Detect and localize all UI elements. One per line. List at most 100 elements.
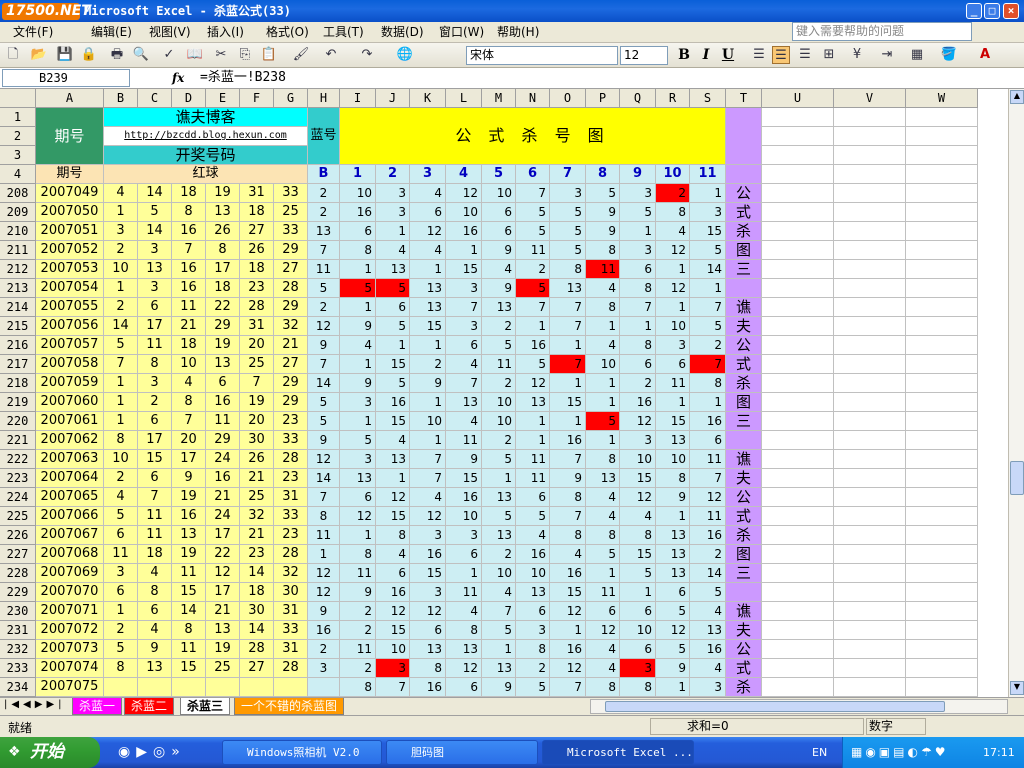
formula-cell[interactable]: 12 xyxy=(620,488,656,507)
formula-cell[interactable]: 3 xyxy=(550,184,586,203)
formula-cell[interactable]: 4 xyxy=(586,659,620,678)
formula-cell[interactable]: 8 xyxy=(446,621,482,640)
formula-cell[interactable]: 6 xyxy=(620,355,656,374)
formula-cell[interactable]: 9 xyxy=(482,279,516,298)
formula-cell[interactable]: 5 xyxy=(586,412,620,431)
red-ball-cell[interactable]: 6 xyxy=(138,412,172,431)
blue-ball-cell[interactable]: 11 xyxy=(308,260,340,279)
formula-cell[interactable]: 1 xyxy=(410,431,446,450)
formula-cell[interactable]: 8 xyxy=(586,678,620,697)
red-ball-cell[interactable]: 14 xyxy=(104,317,138,336)
empty-cell[interactable] xyxy=(762,241,834,260)
formula-cell[interactable]: 13 xyxy=(482,659,516,678)
empty-cell[interactable] xyxy=(834,298,906,317)
red-ball-cell[interactable]: 6 xyxy=(104,526,138,545)
row-header[interactable]: 223 xyxy=(0,469,36,488)
formula-cell[interactable]: 3 xyxy=(620,431,656,450)
blue-ball-cell[interactable]: 9 xyxy=(308,602,340,621)
red-ball-cell[interactable]: 6 xyxy=(138,298,172,317)
red-ball-cell[interactable]: 21 xyxy=(206,488,240,507)
formula-cell[interactable]: 9 xyxy=(446,450,482,469)
red-ball-cell[interactable]: 26 xyxy=(240,450,274,469)
red-ball-cell[interactable]: 31 xyxy=(240,317,274,336)
red-ball-cell[interactable]: 6 xyxy=(104,583,138,602)
formula-cell[interactable]: 12 xyxy=(446,184,482,203)
formula-cell[interactable]: 9 xyxy=(656,488,690,507)
red-ball-cell[interactable]: 2 xyxy=(104,241,138,260)
empty-cell[interactable] xyxy=(834,602,906,621)
row-header[interactable]: 217 xyxy=(0,355,36,374)
formula-cell[interactable]: 5 xyxy=(376,317,410,336)
column-header[interactable]: G xyxy=(274,89,308,108)
empty-cell[interactable] xyxy=(906,222,978,241)
formula-cell[interactable]: 10 xyxy=(482,412,516,431)
red-ball-cell[interactable]: 23 xyxy=(274,412,308,431)
row-header[interactable]: 224 xyxy=(0,488,36,507)
indent-icon[interactable]: ⇥ xyxy=(878,46,896,64)
formula-cell[interactable]: 10 xyxy=(656,450,690,469)
red-ball-cell[interactable]: 17 xyxy=(206,526,240,545)
red-ball-cell[interactable]: 27 xyxy=(240,222,274,241)
formula-cell[interactable]: 1 xyxy=(410,336,446,355)
red-ball-cell[interactable]: 11 xyxy=(138,336,172,355)
empty-cell[interactable] xyxy=(906,317,978,336)
column-header[interactable]: V xyxy=(834,89,906,108)
empty-cell[interactable] xyxy=(834,640,906,659)
formula-cell[interactable]: 8 xyxy=(516,640,550,659)
formula-cell[interactable]: 6 xyxy=(620,602,656,621)
red-ball-cell[interactable]: 21 xyxy=(274,336,308,355)
red-ball-cell[interactable]: 4 xyxy=(138,564,172,583)
formula-cell[interactable]: 13 xyxy=(410,640,446,659)
underline-button[interactable]: U xyxy=(718,46,738,65)
column-header[interactable]: W xyxy=(906,89,978,108)
red-ball-cell[interactable]: 2 xyxy=(104,469,138,488)
formula-cell[interactable]: 16 xyxy=(550,640,586,659)
formula-cell[interactable]: 5 xyxy=(482,621,516,640)
row-header[interactable]: 229 xyxy=(0,583,36,602)
formula-cell[interactable]: 3 xyxy=(516,621,550,640)
formula-cell[interactable]: 1 xyxy=(516,412,550,431)
sheet-tab-2[interactable]: 杀蓝二 xyxy=(124,698,175,715)
red-ball-cell[interactable]: 10 xyxy=(104,450,138,469)
qihao-cell[interactable]: 2007062 xyxy=(36,431,104,450)
formula-cell[interactable]: 6 xyxy=(410,203,446,222)
close-button[interactable]: × xyxy=(1003,3,1019,19)
blue-ball-cell[interactable]: 11 xyxy=(308,526,340,545)
column-header[interactable]: P xyxy=(586,89,620,108)
formula-cell[interactable]: 1 xyxy=(586,317,620,336)
red-ball-cell[interactable]: 28 xyxy=(240,298,274,317)
formula-cell[interactable]: 11 xyxy=(482,355,516,374)
formula-cell[interactable]: 16 xyxy=(550,431,586,450)
row-header[interactable]: 216 xyxy=(0,336,36,355)
formula-cell[interactable]: 15 xyxy=(376,355,410,374)
formula-cell[interactable]: 12 xyxy=(550,659,586,678)
red-ball-cell[interactable]: 2 xyxy=(104,621,138,640)
empty-cell[interactable] xyxy=(906,165,978,184)
blue-ball-cell[interactable]: 2 xyxy=(308,184,340,203)
column-header[interactable]: M xyxy=(482,89,516,108)
formula-cell[interactable]: 4 xyxy=(482,583,516,602)
red-ball-cell[interactable]: 9 xyxy=(138,640,172,659)
formula-cell[interactable]: 5 xyxy=(656,640,690,659)
formula-cell[interactable]: 7 xyxy=(482,602,516,621)
formula-cell[interactable]: 6 xyxy=(446,545,482,564)
red-ball-cell[interactable]: 33 xyxy=(274,222,308,241)
empty-cell[interactable] xyxy=(906,431,978,450)
formula-cell[interactable]: 1 xyxy=(656,260,690,279)
formula-cell[interactable]: 1 xyxy=(340,412,376,431)
red-ball-cell[interactable]: 18 xyxy=(138,545,172,564)
empty-cell[interactable] xyxy=(906,640,978,659)
red-ball-cell[interactable]: 28 xyxy=(240,640,274,659)
formula-cell[interactable]: 4 xyxy=(690,602,726,621)
formula-cell[interactable]: 13 xyxy=(516,583,550,602)
formula-cell[interactable]: 2 xyxy=(516,659,550,678)
formula-cell[interactable]: 10 xyxy=(656,317,690,336)
hscroll-thumb[interactable] xyxy=(605,701,945,712)
formula-cell[interactable]: 3 xyxy=(376,659,410,678)
formula-cell[interactable]: 5 xyxy=(656,602,690,621)
empty-cell[interactable] xyxy=(906,450,978,469)
formula-cell[interactable]: 16 xyxy=(550,564,586,583)
red-ball-cell[interactable]: 5 xyxy=(104,336,138,355)
formula-cell[interactable]: 12 xyxy=(656,621,690,640)
qihao-cell[interactable]: 2007069 xyxy=(36,564,104,583)
